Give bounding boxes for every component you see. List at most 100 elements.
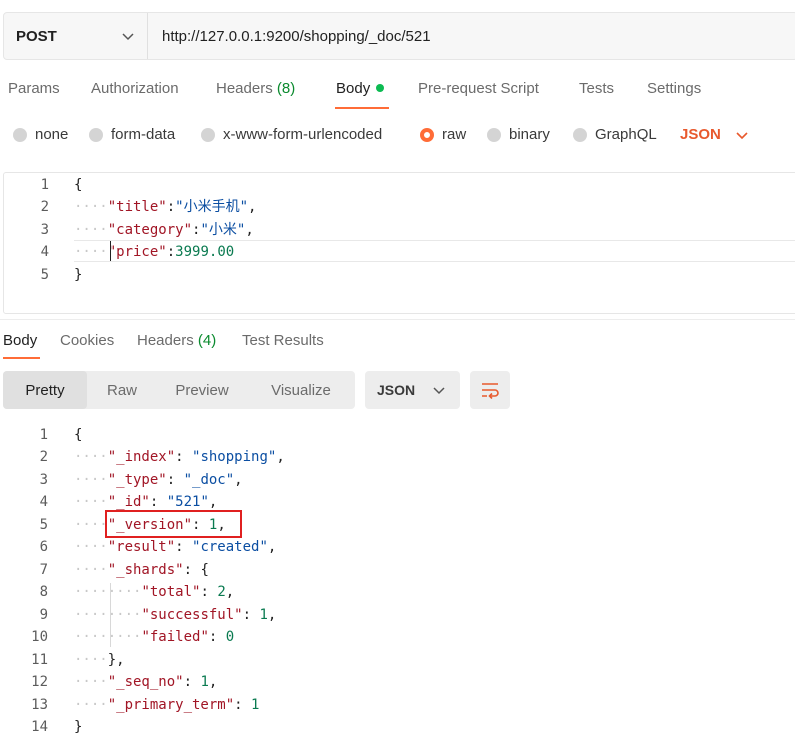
view-pretty[interactable]: Pretty: [3, 371, 87, 409]
radio-form-data[interactable]: form-data: [89, 126, 175, 143]
body-format-dropdown[interactable]: JSON: [680, 126, 749, 143]
body-modified-dot: [376, 84, 385, 93]
json-key: "_shards": [107, 562, 184, 578]
radio-none[interactable]: none: [13, 126, 68, 143]
response-headers-count: (4): [197, 332, 217, 349]
url-input[interactable]: http://127.0.0.1:9200/shopping/_doc/521: [148, 13, 795, 59]
json-key: "_type": [107, 472, 167, 488]
line-number: 7: [39, 562, 48, 578]
line-number: 14: [31, 719, 48, 735]
chevron-down-icon: [122, 33, 134, 41]
pane-divider[interactable]: [0, 319, 795, 320]
chevron-down-icon: [736, 131, 748, 139]
json-value: 0: [225, 629, 235, 645]
radio-circle-icon: [573, 127, 587, 142]
tab-headers[interactable]: Headers (8): [216, 80, 295, 97]
json-key: "_primary_term": [107, 697, 235, 713]
tab-settings[interactable]: Settings: [647, 80, 701, 97]
json-value: 1: [251, 697, 260, 713]
line-number: 4: [39, 494, 48, 510]
indent-guide: [110, 583, 111, 647]
active-tab-underline: [335, 107, 389, 109]
brace-close: },: [107, 652, 125, 668]
json-value: "shopping": [192, 449, 277, 465]
radio-raw[interactable]: raw: [420, 126, 466, 143]
brace-open: {: [74, 427, 83, 443]
view-mode-selector: Pretty Raw Preview Visualize: [3, 371, 355, 409]
view-raw[interactable]: Raw: [87, 371, 157, 409]
tab-test-results[interactable]: Test Results: [242, 332, 324, 349]
json-key: "_seq_no": [107, 674, 184, 690]
line-number: 2: [39, 449, 48, 465]
json-value: 2: [217, 584, 226, 600]
json-value: "521": [166, 494, 209, 510]
brace-open: {: [200, 562, 209, 578]
json-value: "小米手机": [175, 199, 249, 215]
request-tabs: Params Authorization Headers (8) Body Pr…: [0, 78, 795, 109]
url-text: http://127.0.0.1:9200/shopping/_doc/521: [162, 27, 431, 45]
radio-circle-icon: [13, 127, 27, 142]
brace-open: {: [74, 177, 83, 193]
json-value: 1: [200, 674, 209, 690]
view-visualize[interactable]: Visualize: [247, 371, 355, 409]
json-key: "price": [107, 244, 167, 260]
line-number: 2: [40, 199, 49, 215]
line-number: 1: [39, 427, 48, 443]
radio-circle-icon: [89, 127, 103, 142]
json-value: 3999.00: [175, 244, 235, 260]
line-number: 10: [31, 629, 48, 645]
line-number: 3: [39, 472, 48, 488]
radio-circle-icon: [487, 127, 501, 142]
radio-x-www-form-urlencoded[interactable]: x-www-form-urlencoded: [201, 126, 382, 143]
active-tab-underline: [3, 357, 40, 359]
tab-authorization[interactable]: Authorization: [91, 80, 179, 97]
json-key: "failed": [141, 629, 209, 645]
json-value: "小米": [200, 222, 246, 238]
response-tabs: Body Cookies Headers (4) Test Results: [0, 332, 795, 360]
json-value: 1: [259, 607, 268, 623]
line-number: 6: [39, 539, 48, 555]
radio-selected-icon: [420, 127, 434, 142]
radio-binary[interactable]: binary: [487, 126, 550, 143]
wrap-lines-icon: [482, 383, 499, 399]
json-key: "successful": [141, 607, 243, 623]
tab-cookies[interactable]: Cookies: [60, 332, 114, 349]
line-number: 4: [40, 244, 49, 260]
chevron-down-icon: [433, 387, 445, 395]
line-number: 12: [31, 674, 48, 690]
tab-body[interactable]: Body: [336, 80, 385, 97]
response-format-dropdown[interactable]: JSON: [365, 371, 460, 409]
radio-graphql[interactable]: GraphQL: [573, 126, 657, 143]
json-key: "title": [107, 199, 167, 215]
brace-close: }: [74, 719, 83, 735]
wrap-lines-button[interactable]: [470, 371, 510, 409]
line-number: 11: [31, 652, 48, 668]
line-number: 9: [39, 607, 48, 623]
headers-count: (8): [276, 80, 296, 97]
tab-response-headers[interactable]: Headers (4): [137, 332, 216, 349]
tab-pre-request-script[interactable]: Pre-request Script: [418, 80, 539, 97]
line-number: 13: [31, 697, 48, 713]
json-key: "_id": [107, 494, 150, 510]
json-key: "total": [141, 584, 201, 600]
method-label: POST: [16, 27, 57, 45]
radio-circle-icon: [201, 127, 215, 142]
line-number: 3: [40, 222, 49, 238]
brace-close: }: [74, 267, 83, 283]
json-key: "result": [107, 539, 176, 555]
tab-params[interactable]: Params: [8, 80, 60, 97]
json-value: "created": [192, 539, 268, 555]
view-preview[interactable]: Preview: [157, 371, 247, 409]
tab-tests[interactable]: Tests: [579, 80, 614, 97]
line-number: 5: [39, 517, 48, 533]
json-key: "_index": [107, 449, 176, 465]
line-number: 8: [39, 584, 48, 600]
version-highlight-box: [105, 510, 242, 538]
method-select[interactable]: POST: [4, 13, 148, 59]
request-bar: POST http://127.0.0.1:9200/shopping/_doc…: [3, 12, 795, 60]
json-value: "_doc": [183, 472, 235, 488]
text-cursor: [110, 241, 111, 261]
json-key: "category": [107, 222, 193, 238]
body-type-options: none form-data x-www-form-urlencoded raw…: [0, 124, 795, 148]
tab-response-body[interactable]: Body: [3, 332, 37, 349]
